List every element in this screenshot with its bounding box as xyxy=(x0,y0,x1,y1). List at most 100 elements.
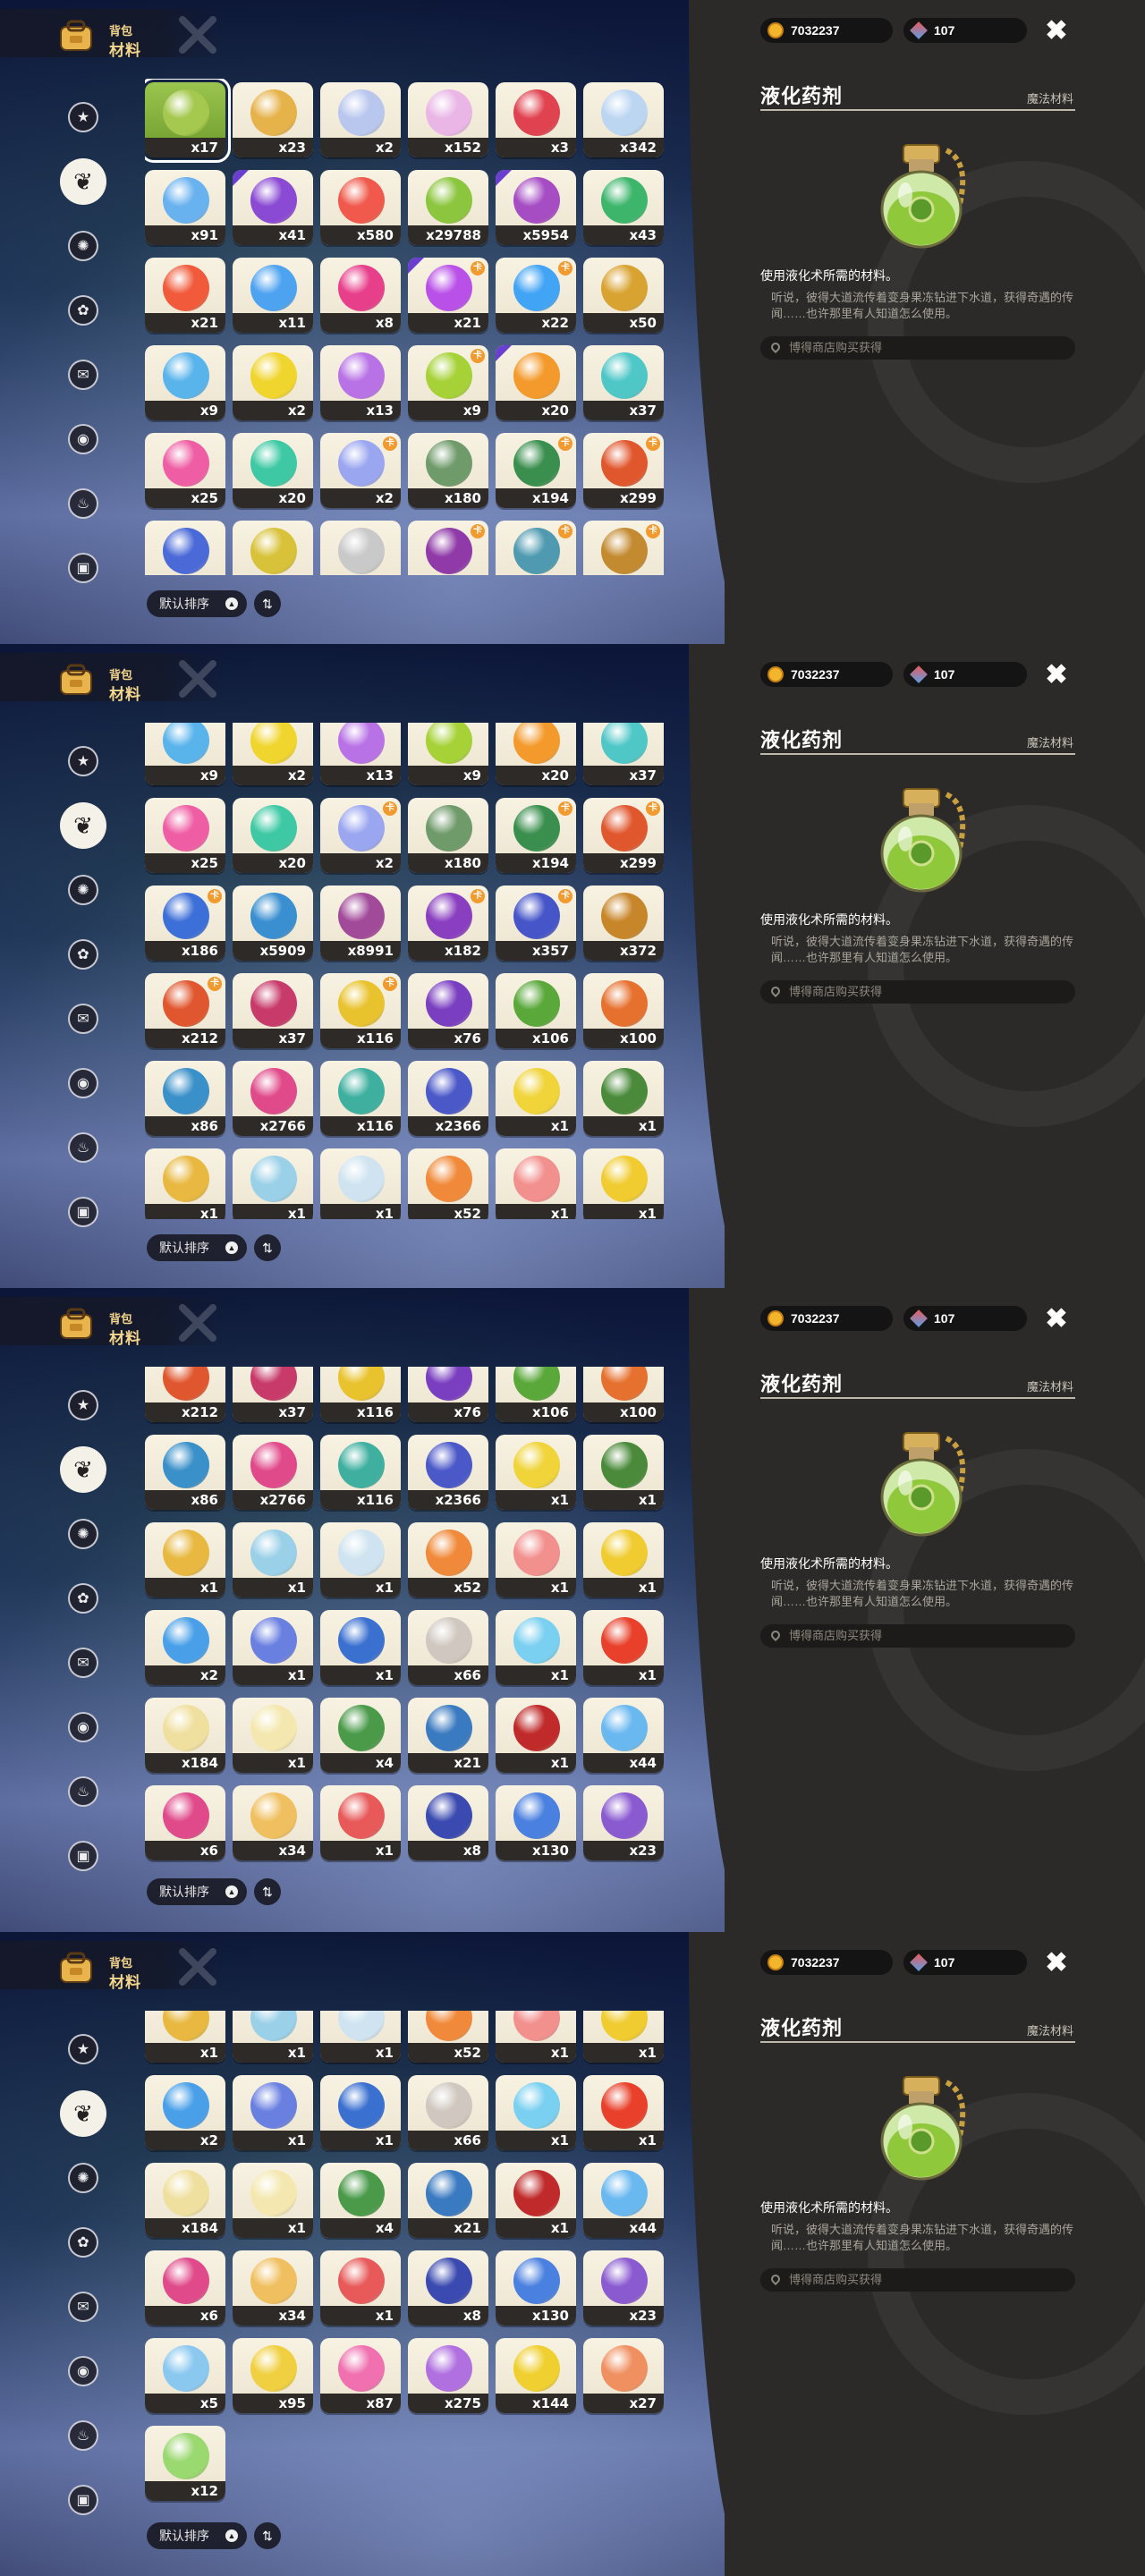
item-slot[interactable]: x1 xyxy=(233,2075,313,2150)
category-tab-3[interactable]: ✺ xyxy=(59,2154,107,2202)
item-slot[interactable]: 卡 xyxy=(408,521,488,575)
item-slot[interactable]: x2366 xyxy=(408,1061,488,1136)
item-slot[interactable]: x1 xyxy=(233,2163,313,2238)
item-slot[interactable]: x66 xyxy=(408,2075,488,2150)
item-slot[interactable]: x1 xyxy=(496,1435,576,1510)
item-slot[interactable]: x9 xyxy=(145,345,225,420)
item-slot[interactable]: x37 xyxy=(583,345,664,420)
item-slot[interactable]: x50 xyxy=(583,258,664,333)
item-slot[interactable]: x1 xyxy=(583,2075,664,2150)
item-slot[interactable]: x9 xyxy=(408,723,488,785)
item-slot[interactable]: x76 xyxy=(408,973,488,1048)
item-slot[interactable]: x152 xyxy=(408,82,488,157)
item-slot[interactable]: x1 xyxy=(320,1785,401,1860)
item-slot[interactable]: x13 xyxy=(320,723,401,785)
item-slot[interactable]: x5909 xyxy=(233,886,313,961)
item-slot[interactable]: x2 xyxy=(233,723,313,785)
item-slot[interactable]: x106 xyxy=(496,1367,576,1422)
item-slot[interactable]: x37 xyxy=(233,973,313,1048)
item-slot[interactable]: x1 xyxy=(496,2011,576,2063)
category-tab-2[interactable]: ❦ xyxy=(59,157,107,206)
item-slot[interactable]: 卡 x299 xyxy=(583,798,664,873)
item-slot[interactable]: x95 xyxy=(233,2338,313,2413)
item-slot[interactable]: x180 xyxy=(408,798,488,873)
item-slot[interactable]: x1 xyxy=(233,1148,313,1219)
item-slot[interactable]: x1 xyxy=(320,2011,401,2063)
category-tab-5[interactable]: ✉ xyxy=(59,351,107,399)
category-tab-4[interactable]: ✿ xyxy=(59,930,107,979)
item-slot[interactable]: x1 xyxy=(496,2075,576,2150)
category-tab-2[interactable]: ❦ xyxy=(59,1445,107,1494)
item-slot[interactable]: x184 xyxy=(145,2163,225,2238)
item-slot[interactable]: x106 xyxy=(496,973,576,1048)
item-slot[interactable]: 卡 x2 xyxy=(320,433,401,508)
item-slot[interactable]: x34 xyxy=(233,2250,313,2326)
item-slot[interactable]: 卡 x194 xyxy=(496,433,576,508)
sort-order-toggle-button[interactable]: ⇅ xyxy=(254,1878,281,1905)
item-slot[interactable]: x66 xyxy=(408,1610,488,1685)
item-slot[interactable]: 卡 x299 xyxy=(583,433,664,508)
item-slot[interactable]: x3 xyxy=(496,82,576,157)
item-slot[interactable]: x6 xyxy=(145,1785,225,1860)
item-slot[interactable]: x12 xyxy=(145,2426,225,2501)
item-slot[interactable]: x29788 xyxy=(408,170,488,245)
item-slot[interactable]: x1 xyxy=(583,1610,664,1685)
item-slot[interactable]: 卡 x194 xyxy=(496,798,576,873)
category-tab-3[interactable]: ✺ xyxy=(59,866,107,914)
item-slot[interactable]: x44 xyxy=(583,1698,664,1773)
item-slot[interactable]: x5 xyxy=(145,2338,225,2413)
category-tab-7[interactable]: ♨ xyxy=(59,1123,107,1172)
item-slot[interactable]: x1 xyxy=(496,1610,576,1685)
category-tab-8[interactable]: ▣ xyxy=(59,1188,107,1236)
item-slot[interactable]: x37 xyxy=(233,1367,313,1422)
close-button[interactable]: ✖ xyxy=(1041,660,1072,691)
category-tab-8[interactable]: ▣ xyxy=(59,544,107,592)
category-tab-2[interactable]: ❦ xyxy=(59,2089,107,2138)
item-slot[interactable]: x1 xyxy=(583,1522,664,1597)
item-slot[interactable]: x8 xyxy=(408,2250,488,2326)
item-slot[interactable]: x130 xyxy=(496,2250,576,2326)
category-tab-1[interactable]: ★ xyxy=(59,1381,107,1429)
item-slot[interactable]: x23 xyxy=(583,1785,664,1860)
item-slot[interactable]: x8 xyxy=(408,1785,488,1860)
category-tab-2[interactable]: ❦ xyxy=(59,801,107,850)
item-slot[interactable]: x1 xyxy=(496,1698,576,1773)
category-tab-4[interactable]: ✿ xyxy=(59,1574,107,1623)
category-tab-6[interactable]: ◉ xyxy=(59,1059,107,1107)
item-slot[interactable]: x342 xyxy=(583,82,664,157)
item-slot[interactable]: x116 xyxy=(320,1435,401,1510)
close-button[interactable]: ✖ xyxy=(1041,16,1072,47)
item-slot[interactable]: 卡 x21 xyxy=(408,258,488,333)
item-slot[interactable]: x2 xyxy=(145,1610,225,1685)
item-slot[interactable] xyxy=(233,521,313,575)
item-slot[interactable]: x2 xyxy=(145,2075,225,2150)
item-slot[interactable]: x2 xyxy=(320,82,401,157)
item-slot[interactable]: x76 xyxy=(408,1367,488,1422)
item-slot[interactable]: 卡 x357 xyxy=(496,886,576,961)
category-tab-6[interactable]: ◉ xyxy=(59,415,107,463)
item-slot[interactable]: x184 xyxy=(145,1698,225,1773)
category-tab-4[interactable]: ✿ xyxy=(59,286,107,335)
item-slot[interactable]: x1 xyxy=(320,2250,401,2326)
item-slot[interactable]: 卡 x2 xyxy=(320,798,401,873)
item-slot[interactable]: x43 xyxy=(583,170,664,245)
item-slot[interactable]: x37 xyxy=(583,723,664,785)
item-slot[interactable]: x1 xyxy=(583,1435,664,1510)
item-slot[interactable]: x2366 xyxy=(408,1435,488,1510)
item-slot[interactable]: x116 xyxy=(320,1367,401,1422)
item-grid[interactable]: x1 x1 x1 x52 x1 x1 x2 x1 x1 x66 x1 x1 x184 x1 x4 x21 x1 x… xyxy=(145,2011,673,2507)
item-slot[interactable]: x20 xyxy=(496,723,576,785)
item-slot[interactable] xyxy=(320,521,401,575)
item-slot[interactable]: x1 xyxy=(320,2075,401,2150)
item-slot[interactable]: x25 xyxy=(145,798,225,873)
category-tab-3[interactable]: ✺ xyxy=(59,222,107,270)
category-tab-1[interactable]: ★ xyxy=(59,2025,107,2073)
item-slot[interactable]: 卡 x182 xyxy=(408,886,488,961)
item-slot[interactable]: x2766 xyxy=(233,1061,313,1136)
item-slot[interactable]: x52 xyxy=(408,1148,488,1219)
item-slot[interactable]: 卡 x186 xyxy=(145,886,225,961)
category-tab-3[interactable]: ✺ xyxy=(59,1510,107,1558)
item-slot[interactable]: x580 xyxy=(320,170,401,245)
item-slot[interactable]: 卡 xyxy=(496,521,576,575)
sort-dropdown[interactable]: 默认排序 ▲ xyxy=(147,1234,247,1261)
